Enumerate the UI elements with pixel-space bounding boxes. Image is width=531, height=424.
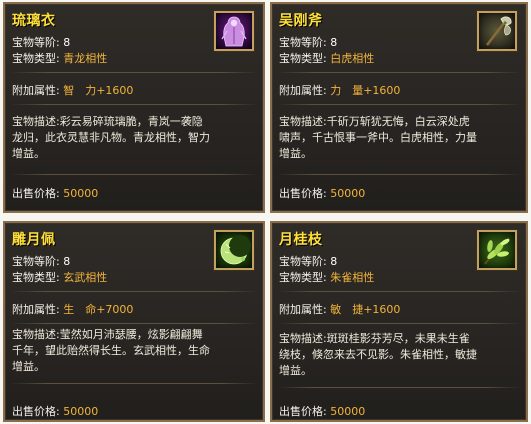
- grade-value: 8: [330, 255, 338, 268]
- bonus-row: 附加属性: 生 命+7000: [12, 303, 134, 316]
- bonus-value: 敏 捷+1600: [330, 303, 401, 316]
- divider: [277, 72, 521, 73]
- price-row: 出售价格: 50000: [12, 187, 99, 200]
- axe-icon: [477, 11, 517, 51]
- bonus-row: 附加属性: 力 量+1600: [279, 84, 401, 97]
- divider: [277, 174, 521, 175]
- item-title: 雕月佩: [12, 232, 56, 248]
- item-card-liuli-robe: 琉璃衣 宝物等阶: 8 宝物类型: 青龙相性 附加属性: 智 力+1600 宝物…: [3, 2, 265, 213]
- item-description: 宝物描述:斑斑桂影芬芳尽，未果未生雀 绕枝，倏忽来去不见影。朱雀相性，敏捷 增益…: [279, 332, 477, 377]
- type-value: 玄武相性: [63, 271, 108, 284]
- price-value: 50000: [63, 187, 99, 200]
- divider: [10, 104, 258, 105]
- divider: [10, 72, 258, 73]
- divider: [10, 174, 258, 175]
- item-card-moon-pendant: 雕月佩 宝物等阶: 8 宝物类型: 玄武相性 附加属性: 生 命+7000 宝物…: [3, 221, 265, 422]
- divider: [10, 291, 258, 292]
- grade-row: 宝物等阶: 8: [279, 255, 338, 268]
- laurel-branch-icon: [477, 230, 517, 270]
- type-row: 宝物类型: 玄武相性: [12, 271, 108, 284]
- divider: [10, 323, 258, 324]
- grade-value: 8: [330, 36, 338, 49]
- price-value: 50000: [63, 405, 99, 418]
- item-card-laurel-branch: 月桂枝 宝物等阶: 8 宝物类型: 朱雀相性 附加属性: 敏 捷+1600 宝物…: [270, 221, 528, 422]
- item-title: 月桂枝: [279, 232, 323, 248]
- item-tooltip-grid: 琉璃衣 宝物等阶: 8 宝物类型: 青龙相性 附加属性: 智 力+1600 宝物…: [0, 0, 531, 424]
- grade-row: 宝物等阶: 8: [12, 255, 71, 268]
- price-row: 出售价格: 50000: [279, 187, 366, 200]
- type-value: 朱雀相性: [330, 271, 375, 284]
- divider: [277, 323, 521, 324]
- item-description: 宝物描述:莹然如月沛瑟腰，炫影翩翩舞 千年，望此贻然得长生。玄武相性，生命 增益…: [12, 328, 210, 373]
- grade-value: 8: [63, 255, 71, 268]
- item-title: 吴刚斧: [279, 13, 323, 29]
- bonus-value: 智 力+1600: [63, 84, 134, 97]
- bonus-row: 附加属性: 敏 捷+1600: [279, 303, 401, 316]
- item-title: 琉璃衣: [12, 13, 56, 29]
- item-card-wugang-axe: 吴刚斧 宝物等阶: 8 宝物类型: 白虎相性 附加属性: 力 量+1600 宝物…: [270, 2, 528, 213]
- price-row: 出售价格: 50000: [279, 405, 366, 418]
- type-row: 宝物类型: 朱雀相性: [279, 271, 375, 284]
- bonus-value: 力 量+1600: [330, 84, 401, 97]
- type-row: 宝物类型: 白虎相性: [279, 52, 375, 65]
- price-value: 50000: [330, 187, 366, 200]
- robe-icon: [214, 11, 254, 51]
- grade-value: 8: [63, 36, 71, 49]
- divider: [10, 383, 258, 384]
- item-description: 宝物描述:彩云易碎琉璃脆，青岚一袭隐 龙归，此衣灵慧非凡物。青龙相性，智力 增益…: [12, 115, 210, 160]
- type-row: 宝物类型: 青龙相性: [12, 52, 108, 65]
- divider: [277, 104, 521, 105]
- price-value: 50000: [330, 405, 366, 418]
- divider: [277, 291, 521, 292]
- type-value: 白虎相性: [330, 52, 375, 65]
- type-value: 青龙相性: [63, 52, 108, 65]
- bonus-value: 生 命+7000: [63, 303, 134, 316]
- bonus-row: 附加属性: 智 力+1600: [12, 84, 134, 97]
- divider: [277, 387, 521, 388]
- grade-row: 宝物等阶: 8: [12, 36, 71, 49]
- item-description: 宝物描述:千斫万斩犹无悔，白云深处虎 啸声，千古恨事一斧中。白虎相性，力量 增益…: [279, 115, 477, 160]
- price-row: 出售价格: 50000: [12, 405, 99, 418]
- moon-pendant-icon: [214, 230, 254, 270]
- grade-row: 宝物等阶: 8: [279, 36, 338, 49]
